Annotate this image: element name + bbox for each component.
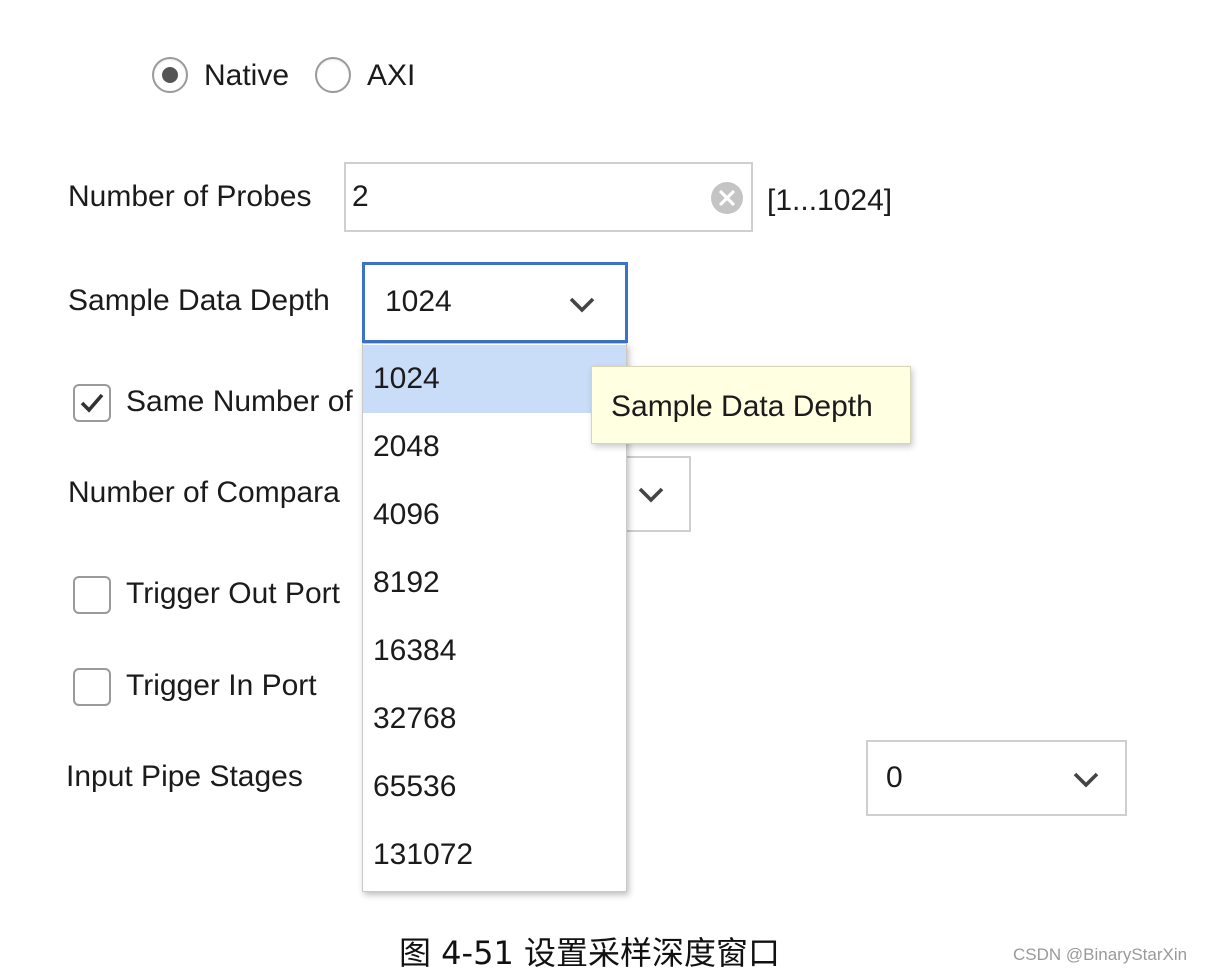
watermark: CSDN @BinaryStarXin <box>1013 945 1188 964</box>
depth-option-1024[interactable]: 1024 <box>363 345 626 413</box>
depth-label: Sample Data Depth <box>68 284 330 317</box>
depth-select[interactable]: 1024 <box>362 262 628 343</box>
chevron-down-icon <box>638 487 664 503</box>
pipe-select[interactable]: 0 <box>866 740 1127 816</box>
depth-option-131072[interactable]: 131072 <box>363 821 626 889</box>
depth-option-16384[interactable]: 16384 <box>363 617 626 685</box>
trigger-out-checkbox[interactable] <box>73 576 111 614</box>
probes-value: 2 <box>352 180 369 213</box>
same-number-label: Same Number of <box>126 385 353 418</box>
depth-option-4096[interactable]: 4096 <box>363 481 626 549</box>
native-radio[interactable] <box>152 57 188 93</box>
axi-label: AXI <box>367 59 416 92</box>
trigger-out-label: Trigger Out Port <box>126 577 340 610</box>
axi-radio[interactable] <box>315 57 351 93</box>
depth-value: 1024 <box>385 285 452 318</box>
check-icon <box>80 393 104 413</box>
depth-option-32768[interactable]: 32768 <box>363 685 626 753</box>
chevron-down-icon <box>569 297 595 313</box>
probes-range: [1...1024] <box>767 184 893 217</box>
native-label: Native <box>204 59 290 92</box>
depth-tooltip: Sample Data Depth <box>591 366 911 444</box>
depth-option-65536[interactable]: 65536 <box>363 753 626 821</box>
chevron-down-icon <box>1073 772 1099 788</box>
depth-option-8192[interactable]: 8192 <box>363 549 626 617</box>
pipe-label: Input Pipe Stages <box>66 760 303 793</box>
depth-dropdown-list: 1024 2048 4096 8192 16384 32768 65536 13… <box>362 343 627 892</box>
trigger-in-label: Trigger In Port <box>126 669 317 702</box>
probes-input[interactable]: 2 <box>344 162 753 232</box>
trigger-in-checkbox[interactable] <box>73 668 111 706</box>
tooltip-text: Sample Data Depth <box>611 390 873 423</box>
same-number-checkbox[interactable] <box>73 384 111 422</box>
comparators-label: Number of Compara <box>68 476 340 509</box>
depth-option-2048[interactable]: 2048 <box>363 413 626 481</box>
clear-icon[interactable] <box>710 181 744 215</box>
figure-caption: 图 4-51 设置采样深度窗口 <box>399 934 780 972</box>
native-radio-dot <box>162 67 178 83</box>
probes-label: Number of Probes <box>68 180 312 213</box>
pipe-value: 0 <box>886 761 903 794</box>
